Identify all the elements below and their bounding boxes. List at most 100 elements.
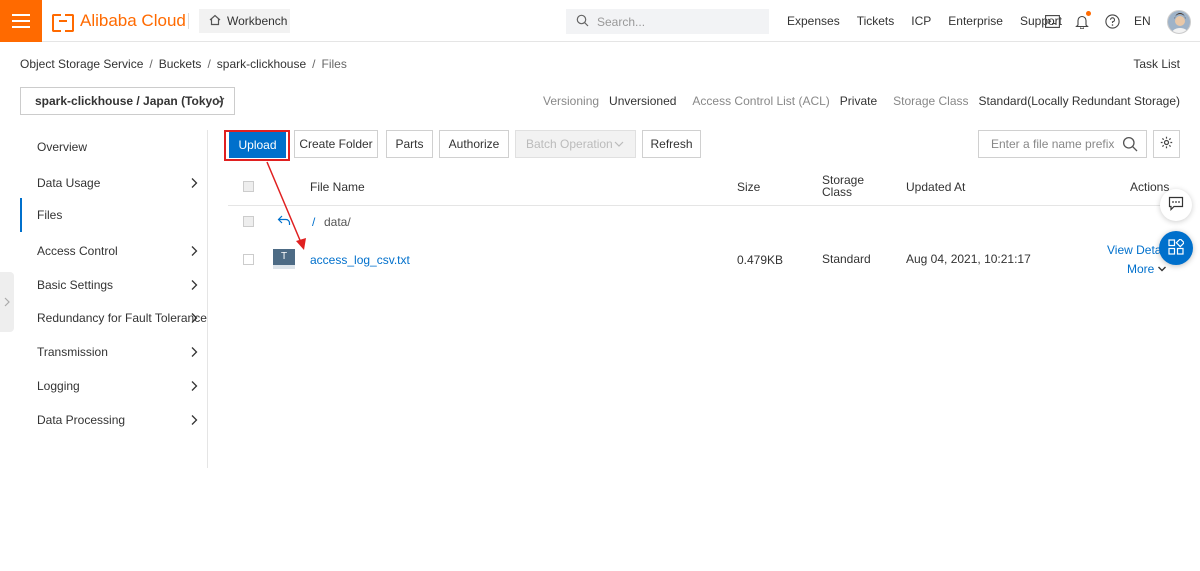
- tickets-link[interactable]: Tickets: [857, 14, 895, 28]
- chevron-right-icon: [190, 279, 198, 294]
- create-folder-button[interactable]: Create Folder: [294, 130, 378, 158]
- home-icon: [209, 14, 221, 29]
- storage-class-value: Standard(Locally Redundant Storage): [978, 94, 1180, 108]
- sidebar-item-data-usage[interactable]: Data Usage: [20, 166, 208, 200]
- sidebar-item-label: Overview: [37, 140, 88, 154]
- select-all-checkbox[interactable]: [243, 181, 254, 192]
- terminal-icon[interactable]: [1044, 13, 1060, 29]
- parts-button[interactable]: Parts: [386, 130, 433, 158]
- sidebar-item-label: Basic Settings: [37, 278, 114, 292]
- apps-grid-icon: [1168, 237, 1185, 258]
- sidebar-item-label: Files: [37, 208, 63, 222]
- sidebar-item-redundancy[interactable]: Redundancy for Fault Tolerance: [20, 301, 208, 335]
- versioning-value: Unversioned: [609, 94, 677, 108]
- sidebar: Overview Data Usage Files Access Control…: [20, 130, 208, 468]
- chat-float-button[interactable]: [1160, 189, 1192, 221]
- alibaba-logo-icon: [52, 14, 74, 32]
- bucket-selector[interactable]: spark-clickhouse / Japan (Tokyo): [20, 87, 235, 115]
- sidebar-item-label: Data Processing: [37, 413, 126, 427]
- breadcrumb-separator: /: [207, 57, 211, 71]
- more-label: More: [1127, 262, 1155, 276]
- icp-link[interactable]: ICP: [911, 14, 931, 28]
- user-avatar[interactable]: [1167, 10, 1191, 34]
- breadcrumb-oss[interactable]: Object Storage Service: [20, 57, 143, 71]
- parent-directory-row[interactable]: / data/: [228, 214, 1180, 234]
- search-icon[interactable]: [1122, 136, 1138, 155]
- sidebar-item-files[interactable]: Files: [20, 198, 208, 232]
- chevron-right-icon: [190, 177, 198, 192]
- back-arrow-icon[interactable]: [277, 214, 291, 229]
- sidebar-item-logging[interactable]: Logging: [20, 369, 208, 403]
- settings-button[interactable]: [1153, 130, 1180, 158]
- storage-class-label: Storage Class: [893, 94, 969, 108]
- row-checkbox[interactable]: [243, 254, 254, 265]
- sidebar-item-basic-settings[interactable]: Basic Settings: [20, 268, 208, 302]
- acl-value: Private: [839, 94, 878, 108]
- col-storage-class-line2: Class: [822, 185, 853, 199]
- bell-icon[interactable]: [1074, 11, 1091, 29]
- root-path-link[interactable]: /: [312, 215, 315, 229]
- sidebar-item-overview[interactable]: Overview: [20, 130, 208, 164]
- versioning-label: Versioning: [543, 94, 600, 108]
- collapse-sidebar-handle[interactable]: [0, 272, 14, 332]
- top-links: Expenses Tickets ICP Enterprise Support: [787, 0, 1079, 42]
- chevron-right-icon: [190, 245, 198, 260]
- enterprise-link[interactable]: Enterprise: [948, 14, 1003, 28]
- file-prefix-search-input[interactable]: Enter a file name prefix: [978, 130, 1147, 158]
- authorize-button[interactable]: Authorize: [439, 130, 509, 158]
- sidebar-item-label: Data Usage: [37, 176, 101, 190]
- col-file-name[interactable]: File Name: [310, 180, 365, 194]
- help-icon[interactable]: [1104, 13, 1120, 29]
- breadcrumb-bucket[interactable]: spark-clickhouse: [217, 57, 306, 71]
- breadcrumb: Object Storage Service / Buckets / spark…: [20, 57, 347, 71]
- table-row: T access_log_csv.txt 0.479KB Standard Au…: [228, 243, 1180, 276]
- divider: [188, 13, 189, 29]
- search-icon: [576, 14, 589, 30]
- hamburger-menu-button[interactable]: [0, 0, 42, 42]
- logo-text: Alibaba Cloud: [80, 11, 186, 30]
- search-placeholder: Search...: [597, 14, 646, 29]
- sidebar-item-label: Transmission: [37, 345, 108, 359]
- more-actions-dropdown[interactable]: More: [1127, 262, 1167, 276]
- sidebar-item-data-processing[interactable]: Data Processing: [20, 403, 208, 437]
- file-updated-at: Aug 04, 2021, 10:21:17: [906, 252, 1031, 266]
- expenses-link[interactable]: Expenses: [787, 14, 840, 28]
- breadcrumb-separator: /: [312, 57, 316, 71]
- sidebar-item-access-control[interactable]: Access Control: [20, 234, 208, 268]
- current-path: data/: [324, 215, 351, 229]
- chevron-right-icon: [190, 380, 198, 395]
- col-updated-at[interactable]: Updated At: [906, 180, 965, 194]
- workbench-button[interactable]: Workbench: [199, 9, 290, 33]
- refresh-button[interactable]: Refresh: [642, 130, 701, 158]
- bucket-selector-label: spark-clickhouse / Japan (Tokyo): [35, 94, 224, 108]
- bucket-meta: Versioning Unversioned Access Control Li…: [543, 94, 1180, 108]
- chevron-right-icon: [190, 312, 198, 327]
- upload-highlight-box: [224, 130, 290, 161]
- batch-operation-label: Batch Operation: [526, 137, 613, 151]
- batch-operation-dropdown[interactable]: Batch Operation: [515, 130, 636, 158]
- language-switch[interactable]: EN: [1134, 14, 1151, 28]
- alibaba-cloud-logo[interactable]: Alibaba Cloud: [52, 11, 186, 32]
- file-storage-class: Standard: [822, 252, 871, 266]
- task-list-link[interactable]: Task List: [1133, 57, 1180, 71]
- apps-float-button[interactable]: [1159, 231, 1193, 265]
- file-size: 0.479KB: [737, 253, 784, 267]
- row-checkbox: [243, 216, 254, 227]
- breadcrumb-separator: /: [149, 57, 153, 71]
- text-file-icon: T: [273, 249, 295, 269]
- gear-icon: [1160, 136, 1173, 152]
- sidebar-item-label: Logging: [37, 379, 80, 393]
- chevron-down-icon: [1158, 266, 1167, 272]
- file-name-link[interactable]: access_log_csv.txt: [310, 253, 410, 267]
- breadcrumb-buckets[interactable]: Buckets: [159, 57, 202, 71]
- sidebar-item-transmission[interactable]: Transmission: [20, 335, 208, 369]
- col-size[interactable]: Size: [737, 180, 760, 194]
- notification-dot: [1086, 11, 1091, 16]
- col-storage-class[interactable]: Storage Class: [822, 174, 864, 198]
- sidebar-item-label: Redundancy for Fault Tolerance: [37, 311, 207, 325]
- chevron-right-icon: [190, 414, 198, 429]
- prefix-placeholder: Enter a file name prefix: [991, 137, 1115, 151]
- col-actions: Actions: [1130, 180, 1170, 194]
- top-icons: EN: [1044, 0, 1151, 42]
- global-search-input[interactable]: Search...: [566, 9, 769, 34]
